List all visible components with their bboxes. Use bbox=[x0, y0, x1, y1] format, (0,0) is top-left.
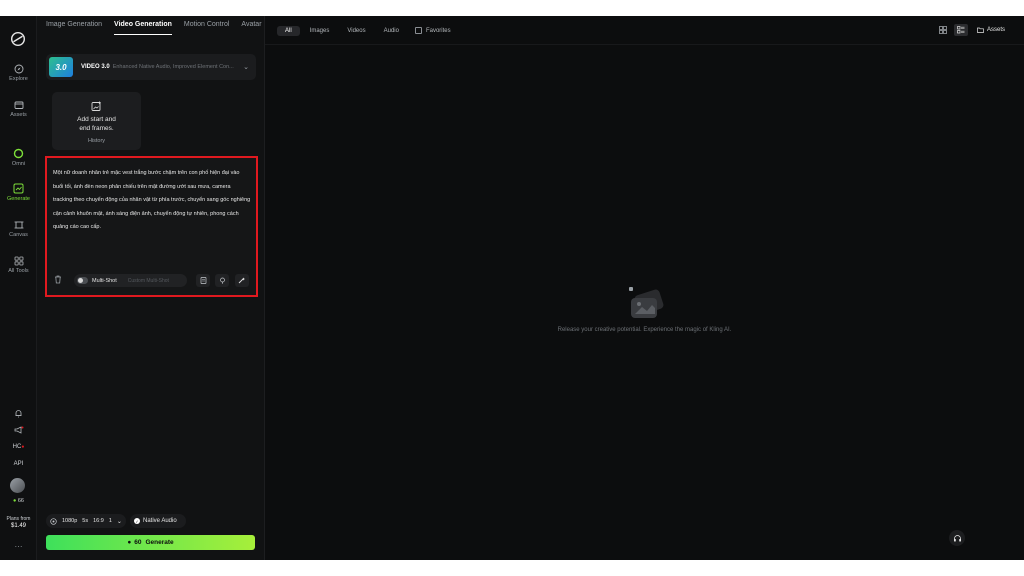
assets-button[interactable]: Assets bbox=[977, 24, 1005, 36]
list-icon bbox=[957, 26, 965, 34]
folder-icon bbox=[14, 101, 23, 109]
multi-shot-toggle[interactable]: Multi-Shot Custom Multi-Shot bbox=[74, 274, 187, 287]
add-frames-button[interactable]: Add start and end frames. History bbox=[52, 92, 141, 150]
folder-icon bbox=[977, 27, 984, 33]
plans-label: Plans from bbox=[6, 516, 31, 522]
model-badge: 3.0 bbox=[49, 57, 73, 77]
rail-item-generate[interactable]: Generate bbox=[0, 183, 37, 202]
enhance-prompt-button[interactable] bbox=[235, 274, 249, 287]
rail-item-label: Assets bbox=[10, 112, 27, 118]
left-rail: Explore Assets Omni Generate Canvas All … bbox=[0, 16, 37, 560]
grid-icon bbox=[939, 26, 947, 34]
history-link[interactable]: History bbox=[52, 138, 141, 144]
rail-item-all-tools[interactable]: All Tools bbox=[0, 256, 37, 274]
kling-logo-icon[interactable] bbox=[9, 30, 27, 48]
generate-cost: 60 bbox=[134, 539, 142, 546]
prompt-input[interactable]: Một nữ doanh nhân trẻ mặc vest trắng bướ… bbox=[53, 167, 251, 235]
rail-item-canvas[interactable]: Canvas bbox=[0, 220, 37, 238]
resolution-value: 1080p bbox=[62, 518, 78, 524]
filter-videos[interactable]: Videos bbox=[339, 26, 373, 36]
tab-avatar[interactable]: Avatar bbox=[241, 21, 261, 35]
rail-item-assets[interactable]: Assets bbox=[0, 100, 37, 118]
toggle-switch[interactable] bbox=[77, 277, 88, 284]
plans-price: $1.49 bbox=[10, 523, 26, 529]
api-link[interactable]: API bbox=[0, 461, 37, 467]
compass-icon bbox=[14, 64, 23, 74]
check-icon: ✓ bbox=[134, 518, 140, 524]
filter-bar: All Images Videos Audio Favorites bbox=[277, 24, 451, 37]
generation-tabs: Image Generation Video Generation Motion… bbox=[46, 21, 262, 35]
list-view-button[interactable] bbox=[954, 24, 968, 36]
support-button[interactable] bbox=[949, 530, 965, 546]
add-frames-label: Add start and end frames. bbox=[77, 116, 116, 132]
rail-item-label: All Tools bbox=[8, 268, 29, 274]
native-audio-label: Native Audio bbox=[143, 518, 177, 524]
magic-wand-icon bbox=[238, 277, 245, 284]
generation-panel: Image Generation Video Generation Motion… bbox=[37, 16, 265, 560]
generate-icon bbox=[13, 183, 24, 194]
native-audio-toggle[interactable]: ✓ Native Audio bbox=[130, 514, 186, 528]
hc-link[interactable]: HC● bbox=[0, 444, 37, 450]
chevron-down-icon: ⌄ bbox=[116, 518, 122, 525]
empty-gallery-icon bbox=[629, 287, 664, 318]
credits-balance: ● 66 bbox=[13, 498, 24, 504]
model-selector[interactable]: 3.0 VIDEO 3.0 Enhanced Native Audio, Imp… bbox=[46, 54, 256, 80]
pin-icon bbox=[219, 277, 225, 284]
generate-button[interactable]: ● 60 Generate bbox=[46, 535, 255, 550]
video-settings-dropdown[interactable]: 1080p 5s 16:9 1 ⌄ bbox=[46, 514, 126, 528]
canvas-icon bbox=[14, 221, 23, 229]
bell-icon[interactable] bbox=[14, 409, 23, 418]
multi-shot-hint: Custom Multi-Shot bbox=[127, 277, 169, 284]
settings-icon bbox=[50, 517, 57, 525]
divider bbox=[265, 44, 1024, 45]
tab-motion-control[interactable]: Motion Control bbox=[184, 21, 230, 35]
generate-label: Generate bbox=[145, 539, 174, 546]
favorites-checkbox[interactable]: Favorites bbox=[414, 27, 451, 34]
assets-label: Assets bbox=[987, 27, 1006, 33]
rail-item-explore[interactable]: Explore bbox=[0, 64, 37, 82]
plans-link[interactable]: Plans from $1.49 bbox=[0, 516, 37, 530]
rail-item-omni[interactable]: Omni bbox=[0, 148, 37, 167]
model-description: Enhanced Native Audio, Improved Element … bbox=[112, 64, 234, 70]
prompt-library-button[interactable] bbox=[196, 274, 210, 287]
model-name: VIDEO 3.0 bbox=[81, 64, 110, 70]
megaphone-icon[interactable] bbox=[14, 426, 24, 435]
credit-icon: ● bbox=[127, 539, 132, 546]
multi-shot-label: Multi-Shot bbox=[92, 277, 117, 284]
filter-audio[interactable]: Audio bbox=[376, 26, 407, 36]
headset-icon bbox=[953, 534, 961, 541]
favorites-label: Favorites bbox=[425, 27, 451, 34]
rail-item-label: Omni bbox=[11, 161, 26, 167]
grid-icon bbox=[14, 256, 23, 266]
tab-video-generation[interactable]: Video Generation bbox=[114, 21, 172, 35]
grid-view-button[interactable] bbox=[936, 24, 950, 36]
duration-value: 5s bbox=[82, 518, 89, 524]
rail-item-label: Generate bbox=[7, 196, 30, 202]
tab-image-generation[interactable]: Image Generation bbox=[46, 21, 102, 35]
filter-all[interactable]: All bbox=[277, 25, 300, 36]
ratio-value: 16:9 bbox=[93, 518, 104, 524]
app-window: Explore Assets Omni Generate Canvas All … bbox=[0, 16, 1024, 560]
more-icon[interactable]: ··· bbox=[0, 542, 37, 551]
add-image-icon bbox=[91, 101, 101, 111]
filter-images[interactable]: Images bbox=[302, 26, 338, 36]
checkbox-icon bbox=[414, 27, 422, 34]
rail-item-label: Explore bbox=[9, 76, 28, 82]
avatar[interactable] bbox=[10, 478, 25, 493]
rail-item-label: Canvas bbox=[9, 232, 28, 238]
document-icon bbox=[200, 277, 206, 284]
count-value: 1 bbox=[108, 518, 112, 524]
trash-icon[interactable] bbox=[54, 275, 62, 284]
element-button[interactable] bbox=[215, 274, 229, 287]
prompt-editor[interactable]: Một nữ doanh nhân trẻ mặc vest trắng bướ… bbox=[45, 156, 258, 297]
notification-dot-icon: ● bbox=[21, 444, 25, 450]
chevron-down-icon: ⌄ bbox=[243, 64, 249, 71]
empty-state-message: Release your creative potential. Experie… bbox=[557, 327, 732, 333]
omni-icon bbox=[13, 148, 24, 159]
credit-icon: ● bbox=[13, 498, 17, 504]
results-area: All Images Videos Audio Favorites Assets bbox=[265, 16, 1024, 560]
